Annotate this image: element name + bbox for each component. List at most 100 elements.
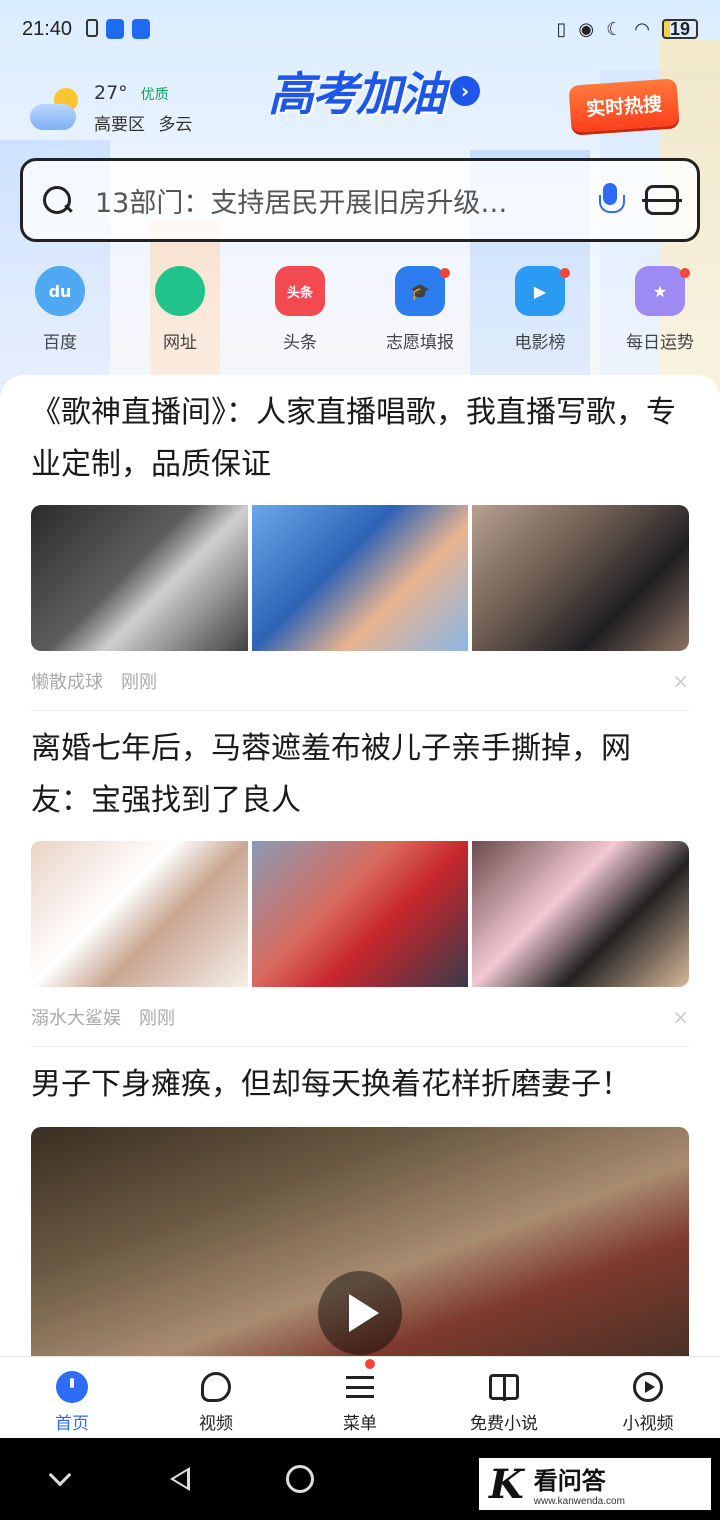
- notification-icons: [86, 19, 151, 39]
- circle-home-icon: [286, 1465, 314, 1493]
- hot-search-button[interactable]: 实时热搜: [568, 78, 680, 133]
- quick-link-label: 电影榜: [514, 333, 566, 353]
- feed-source: 溺水大鲨娱: [31, 1007, 121, 1029]
- notification-dot: [365, 1359, 375, 1369]
- tab-label: 免费小说: [470, 1414, 538, 1434]
- quick-link-movie-chart[interactable]: ▶ 电影榜: [480, 266, 600, 353]
- close-icon[interactable]: ×: [672, 669, 689, 693]
- app-notification-icon: [106, 19, 125, 39]
- microphone-icon[interactable]: [599, 183, 625, 217]
- baidu-icon: du: [35, 266, 85, 316]
- quick-link-toutiao[interactable]: 头条 头条: [240, 266, 360, 353]
- feed-card[interactable]: 《歌神直播间》：人家直播唱歌，我直播写歌，专业定制，品质保证 懒散成球 刚刚 ×: [0, 375, 720, 711]
- partly-cloudy-icon: [30, 87, 82, 130]
- tab-home[interactable]: 首页: [0, 1357, 144, 1438]
- feed-meta: 懒散成球 刚刚 ×: [31, 651, 689, 711]
- watermark: K 看问答 www.kanwenda.com: [479, 1458, 711, 1510]
- websites-icon: [155, 266, 205, 316]
- quick-link-baidu[interactable]: du 百度: [0, 266, 120, 353]
- feed-meta: 溺水大鲨娱 刚刚 ×: [31, 987, 689, 1047]
- feed-image[interactable]: [31, 505, 248, 651]
- wifi-icon: ◠: [634, 18, 650, 40]
- back-icon: [170, 1467, 190, 1491]
- scan-icon[interactable]: [642, 185, 682, 215]
- tab-label: 小视频: [622, 1414, 674, 1434]
- tab-menu[interactable]: 菜单: [288, 1357, 432, 1438]
- collapse-button[interactable]: [0, 1463, 120, 1487]
- weather-condition: 多云: [158, 115, 193, 135]
- battery-icon: 19: [662, 19, 698, 39]
- feed-image[interactable]: [31, 841, 248, 987]
- chevron-down-icon: [48, 1463, 72, 1487]
- quick-links: du 百度 网址 头条 头条 🎓 志愿填报 ▶ 电影榜 ★ 每日运势: [0, 266, 720, 353]
- quick-link-websites[interactable]: 网址: [120, 266, 240, 353]
- mini-video-icon: [633, 1372, 663, 1402]
- quick-link-label: 网址: [163, 333, 197, 353]
- sim-alert-icon: [86, 19, 99, 37]
- feed-card[interactable]: 男子下身瘫痪，但却每天换着花样折磨妻子！: [0, 1047, 720, 1360]
- feed-title[interactable]: 离婚七年后，马蓉遮羞布被儿子亲手撕掉，网友：宝强找到了良人: [31, 711, 689, 827]
- tab-label: 首页: [55, 1414, 89, 1434]
- weather-location: 高要区: [94, 115, 145, 135]
- quick-link-label: 每日运势: [626, 333, 694, 353]
- tab-label: 视频: [199, 1414, 233, 1434]
- quick-link-label: 头条: [283, 333, 317, 353]
- temperature: 27°: [94, 82, 128, 104]
- home-icon: [56, 1371, 88, 1403]
- notification-dot: [440, 268, 450, 278]
- location-icon: ◉: [578, 18, 595, 40]
- feed-image[interactable]: [472, 841, 689, 987]
- feed-title[interactable]: 《歌神直播间》：人家直播唱歌，我直播写歌，专业定制，品质保证: [31, 375, 689, 491]
- book-icon: [489, 1374, 519, 1401]
- bottom-nav: 首页 视频 菜单 免费小说 小视频: [0, 1356, 720, 1438]
- quick-link-label: 百度: [43, 333, 77, 353]
- notification-dot: [560, 268, 570, 278]
- tab-video[interactable]: 视频: [144, 1357, 288, 1438]
- feed-title[interactable]: 男子下身瘫痪，但却每天换着花样折磨妻子！: [31, 1047, 689, 1111]
- status-time: 21:40: [22, 17, 73, 40]
- watermark-name: 看问答: [533, 1467, 606, 1495]
- play-icon[interactable]: [318, 1271, 402, 1355]
- tab-mini-video[interactable]: 小视频: [576, 1357, 720, 1438]
- graduation-cap-icon: 🎓: [395, 266, 445, 316]
- air-quality: 优质: [140, 87, 169, 103]
- gaokao-banner-logo[interactable]: 高考加油 ›: [268, 58, 480, 124]
- news-feed: 《歌神直播间》：人家直播唱歌，我直播写歌，专业定制，品质保证 懒散成球 刚刚 ×…: [0, 375, 720, 1360]
- app-notification-icon: [132, 19, 151, 39]
- feed-image[interactable]: [251, 841, 469, 987]
- search-input[interactable]: 13部门：支持居民开展旧房升级…: [95, 181, 575, 220]
- watermark-logo: K: [489, 1460, 524, 1508]
- moon-icon: ☾: [606, 18, 623, 40]
- feed-image[interactable]: [251, 505, 469, 651]
- back-button[interactable]: [120, 1467, 240, 1491]
- search-icon: [41, 184, 73, 216]
- notification-dot: [680, 268, 690, 278]
- feed-time: 刚刚: [121, 671, 157, 693]
- feed-video-thumbnail[interactable]: [31, 1127, 689, 1360]
- video-icon: [201, 1372, 231, 1402]
- search-bar[interactable]: 13部门：支持居民开展旧房升级…: [20, 158, 700, 242]
- tab-free-novels[interactable]: 免费小说: [432, 1357, 576, 1438]
- tab-label: 菜单: [343, 1414, 377, 1434]
- chevron-right-icon: ›: [450, 76, 480, 106]
- play-icon: ▶: [515, 266, 565, 316]
- star-icon: ★: [635, 266, 685, 316]
- status-bar: 21:40 ▯ ◉ ☾ ◠ 19: [0, 0, 720, 58]
- home-button[interactable]: [240, 1465, 360, 1493]
- vibrate-icon: ▯: [556, 18, 567, 40]
- feed-image[interactable]: [472, 505, 689, 651]
- feed-image-row: [31, 841, 689, 987]
- close-icon[interactable]: ×: [672, 1005, 689, 1029]
- toutiao-icon: 头条: [275, 266, 325, 316]
- system-icons: ▯ ◉ ☾ ◠ 19: [557, 19, 698, 40]
- feed-card[interactable]: 离婚七年后，马蓉遮羞布被儿子亲手撕掉，网友：宝强找到了良人 溺水大鲨娱 刚刚 ×: [0, 711, 720, 1047]
- watermark-url: www.kanwenda.com: [533, 1496, 625, 1507]
- feed-image-row: [31, 505, 689, 651]
- weather-widget[interactable]: 27° 优质 高要区 多云: [30, 82, 192, 135]
- menu-icon: [346, 1376, 374, 1398]
- quick-link-label: 志愿填报: [386, 333, 454, 353]
- quick-link-daily-horoscope[interactable]: ★ 每日运势: [600, 266, 720, 353]
- feed-time: 刚刚: [139, 1007, 175, 1029]
- feed-source: 懒散成球: [31, 671, 103, 693]
- quick-link-college-application[interactable]: 🎓 志愿填报: [360, 266, 480, 353]
